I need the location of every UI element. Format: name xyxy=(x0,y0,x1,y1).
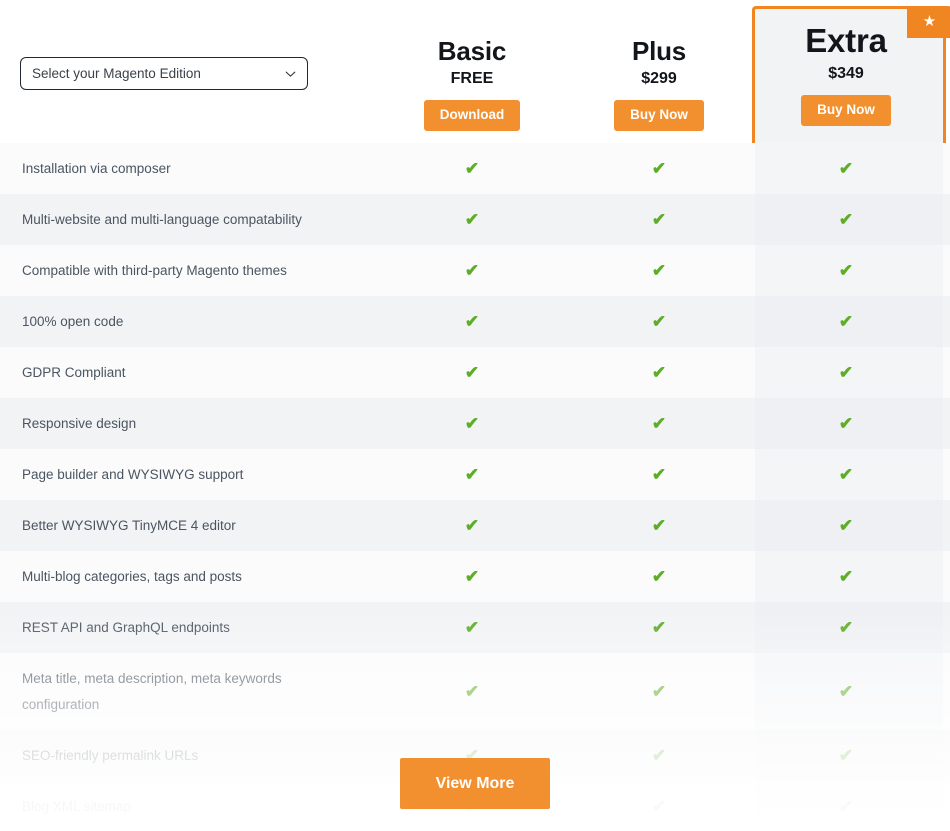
feature-label: 100% open code xyxy=(22,313,124,329)
check-icon: ✔ xyxy=(464,465,480,484)
feature-label: Blog XML sitemap xyxy=(22,798,132,814)
feature-row: GDPR Compliant ✔ ✔ ✔ xyxy=(0,347,950,398)
check-icon: ✔ xyxy=(838,159,854,178)
feature-label: Multi-website and multi-language compata… xyxy=(22,211,302,227)
check-icon: ✔ xyxy=(464,261,480,280)
check-icon: ✔ xyxy=(464,159,480,178)
feature-label: Meta title, meta description, meta keywo… xyxy=(22,670,282,712)
feature-row: Installation via composer ✔ ✔ ✔ xyxy=(0,143,950,194)
check-icon: ✔ xyxy=(838,414,854,433)
feature-row: Meta title, meta description, meta keywo… xyxy=(0,653,950,730)
feature-row: REST API and GraphQL endpoints ✔ ✔ ✔ xyxy=(0,602,950,653)
check-icon: ✔ xyxy=(838,567,854,586)
page-scrollbar[interactable] xyxy=(946,0,950,831)
plan-price-extra: $349 xyxy=(828,65,864,82)
check-icon: ✔ xyxy=(651,159,667,178)
feature-rows-list: Installation via composer ✔ ✔ ✔ Multi-websit… xyxy=(0,143,950,831)
check-icon: ✔ xyxy=(651,618,667,637)
check-icon: ✔ xyxy=(838,261,854,280)
feature-label: Multi-blog categories, tags and posts xyxy=(22,568,242,584)
magento-edition-select[interactable]: Select your Magento Edition xyxy=(20,57,308,90)
check-icon: ✔ xyxy=(838,618,854,637)
check-icon: ✔ xyxy=(651,363,667,382)
check-icon: ✔ xyxy=(651,567,667,586)
feature-label: Installation via composer xyxy=(22,160,171,176)
pricing-comparison-table: ★ Select your Magento Edition Basic FREE… xyxy=(0,0,950,831)
feature-row: Compatible with third-party Magento them… xyxy=(0,245,950,296)
feature-row: Page builder and WYSIWYG support ✔ ✔ ✔ xyxy=(0,449,950,500)
plan-name-plus: Plus xyxy=(631,36,687,66)
feature-label: REST API and GraphQL endpoints xyxy=(22,619,230,635)
feature-label: Page builder and WYSIWYG support xyxy=(22,466,244,482)
check-icon: ✔ xyxy=(464,414,480,433)
check-icon: ✔ xyxy=(838,797,854,816)
feature-label: Responsive design xyxy=(22,415,137,431)
check-icon: ✔ xyxy=(838,465,854,484)
check-icon: ✔ xyxy=(464,682,480,701)
feature-row: Multi-website and multi-language compata… xyxy=(0,194,950,245)
plan-column-extra: Extra $349 Buy Now xyxy=(751,0,941,143)
plan-name-basic: Basic xyxy=(437,36,507,66)
check-icon: ✔ xyxy=(838,312,854,331)
feature-label: Compatible with third-party Magento them… xyxy=(22,262,287,278)
check-icon: ✔ xyxy=(464,516,480,535)
check-icon: ✔ xyxy=(464,312,480,331)
edition-select-value: Select your Magento Edition xyxy=(32,66,201,81)
plan-price-basic: FREE xyxy=(450,70,494,87)
plan-price-plus: $299 xyxy=(641,70,677,87)
feature-row: Responsive design ✔ ✔ ✔ xyxy=(0,398,950,449)
check-icon: ✔ xyxy=(464,363,480,382)
check-icon: ✔ xyxy=(838,746,854,765)
check-icon: ✔ xyxy=(838,516,854,535)
check-icon: ✔ xyxy=(464,567,480,586)
check-icon: ✔ xyxy=(651,414,667,433)
plan-name-extra: Extra xyxy=(805,22,887,59)
check-icon: ✔ xyxy=(464,618,480,637)
check-icon: ✔ xyxy=(838,682,854,701)
check-icon: ✔ xyxy=(651,516,667,535)
buy-now-button-plus[interactable]: Buy Now xyxy=(614,100,704,131)
check-icon: ✔ xyxy=(651,465,667,484)
plan-column-plus: Plus $299 Buy Now xyxy=(564,0,754,143)
pricing-header: Select your Magento Edition Basic FREE D… xyxy=(0,0,950,143)
chevron-down-icon xyxy=(285,68,296,79)
edition-select-wrapper: Select your Magento Edition xyxy=(20,57,308,90)
feature-row: 100% open code ✔ ✔ ✔ xyxy=(0,296,950,347)
view-more-button[interactable]: View More xyxy=(400,758,550,809)
feature-row: Multi-blog categories, tags and posts ✔ ✔ ✔ xyxy=(0,551,950,602)
feature-row: Better WYSIWYG TinyMCE 4 editor ✔ ✔ ✔ xyxy=(0,500,950,551)
check-icon: ✔ xyxy=(651,797,667,816)
plan-column-basic: Basic FREE Download xyxy=(377,0,567,143)
check-icon: ✔ xyxy=(651,682,667,701)
download-button[interactable]: Download xyxy=(423,100,521,131)
check-icon: ✔ xyxy=(651,210,667,229)
check-icon: ✔ xyxy=(651,261,667,280)
feature-label: SEO-friendly permalink URLs xyxy=(22,747,199,763)
buy-now-button-extra[interactable]: Buy Now xyxy=(801,95,891,126)
check-icon: ✔ xyxy=(838,363,854,382)
check-icon: ✔ xyxy=(838,210,854,229)
check-icon: ✔ xyxy=(651,312,667,331)
feature-label: GDPR Compliant xyxy=(22,364,126,380)
feature-label: Better WYSIWYG TinyMCE 4 editor xyxy=(22,517,236,533)
check-icon: ✔ xyxy=(651,746,667,765)
check-icon: ✔ xyxy=(464,210,480,229)
